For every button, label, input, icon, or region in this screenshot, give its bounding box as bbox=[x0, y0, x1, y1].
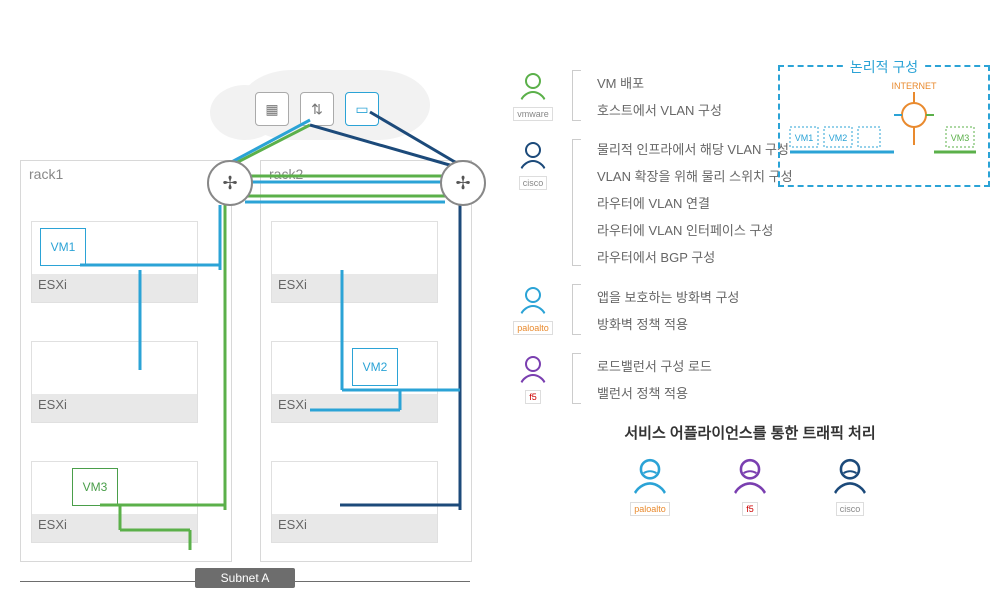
svg-text:VM3: VM3 bbox=[951, 133, 970, 143]
person-icon bbox=[516, 70, 550, 104]
brand-label: paloalto bbox=[513, 321, 553, 335]
role-item: 밸런서 정책 적용 bbox=[597, 383, 712, 402]
switch-icon: ▭ bbox=[345, 92, 379, 126]
role-item: 물리적 인프라에서 해당 VLAN 구성 bbox=[597, 139, 793, 158]
brand-label: cisco bbox=[836, 502, 865, 516]
roles-and-logical: 논리적 구성 INTERNET VM1 VM2 VM3 bbox=[510, 70, 990, 516]
firewall-icon: ▦ bbox=[255, 92, 289, 126]
host-label: ESXi bbox=[272, 514, 437, 542]
host: ESXi bbox=[271, 461, 438, 543]
role-f5: f5 로드밸런서 구성 로드 밸런서 정책 적용 bbox=[510, 353, 990, 404]
host-label: ESXi bbox=[32, 514, 197, 542]
host: VM2 ESXi bbox=[271, 341, 438, 423]
rack2: rack2 ESXi VM2 ESXi ESXi bbox=[260, 160, 472, 562]
logical-title: 논리적 구성 bbox=[784, 57, 984, 77]
person-icon bbox=[628, 455, 672, 499]
person-icon bbox=[516, 139, 550, 173]
role-paloalto: paloalto 앱을 보호하는 방화벽 구성 방화벽 정책 적용 bbox=[510, 284, 990, 335]
logical-diagram: INTERNET VM1 VM2 VM3 bbox=[784, 77, 984, 167]
person-icon bbox=[516, 284, 550, 318]
router-icon: ✢ bbox=[440, 160, 486, 206]
person-icon bbox=[728, 455, 772, 499]
vm1: VM1 bbox=[40, 228, 86, 266]
host-label: ESXi bbox=[32, 394, 197, 422]
host-label: ESXi bbox=[32, 274, 197, 302]
brand-label: vmware bbox=[513, 107, 553, 121]
rack-label: rack1 bbox=[29, 166, 63, 182]
host: ESXi bbox=[271, 221, 438, 303]
svg-text:INTERNET: INTERNET bbox=[892, 81, 938, 91]
logical-box: 논리적 구성 INTERNET VM1 VM2 VM3 bbox=[778, 65, 990, 187]
svg-text:VM2: VM2 bbox=[829, 133, 848, 143]
role-item: 라우터에서 BGP 구성 bbox=[597, 247, 793, 266]
host: VM3 ESXi bbox=[31, 461, 198, 543]
role-item: 방화벽 정책 적용 bbox=[597, 314, 739, 333]
brand-label: cisco bbox=[519, 176, 548, 190]
brand-label: f5 bbox=[742, 502, 758, 516]
brand-label: f5 bbox=[525, 390, 541, 404]
person-icon bbox=[516, 353, 550, 387]
role-item: 호스트에서 VLAN 구성 bbox=[597, 100, 722, 119]
traffic-title: 서비스 어플라이언스를 통한 트래픽 처리 bbox=[510, 422, 990, 443]
router-icon: ✢ bbox=[207, 160, 253, 206]
rack-label: rack2 bbox=[269, 166, 303, 182]
physical-diagram: ▦ ⇅ ▭ rack1 VM1 ESXi ESXi VM3 ESXi rack2… bbox=[10, 10, 480, 584]
person-icon bbox=[828, 455, 872, 499]
host: VM1 ESXi bbox=[31, 221, 198, 303]
bottom-icons: paloalto f5 cisco bbox=[510, 455, 990, 516]
role-item: VM 배포 bbox=[597, 73, 722, 92]
role-item: VLAN 확장을 위해 물리 스위치 구성 bbox=[597, 166, 793, 185]
role-item: 로드밸런서 구성 로드 bbox=[597, 356, 712, 375]
vm3: VM3 bbox=[72, 468, 118, 506]
subnet-label: Subnet A bbox=[195, 568, 295, 588]
role-item: 라우터에 VLAN 인터페이스 구성 bbox=[597, 220, 793, 239]
svg-text:VM1: VM1 bbox=[795, 133, 814, 143]
brand-label: paloalto bbox=[630, 502, 670, 516]
lb-icon: ⇅ bbox=[300, 92, 334, 126]
vm2: VM2 bbox=[352, 348, 398, 386]
role-item: 라우터에 VLAN 연결 bbox=[597, 193, 793, 212]
role-item: 앱을 보호하는 방화벽 구성 bbox=[597, 287, 739, 306]
host: ESXi bbox=[31, 341, 198, 423]
host-label: ESXi bbox=[272, 274, 437, 302]
rack1: rack1 VM1 ESXi ESXi VM3 ESXi bbox=[20, 160, 232, 562]
host-label: ESXi bbox=[272, 394, 437, 422]
